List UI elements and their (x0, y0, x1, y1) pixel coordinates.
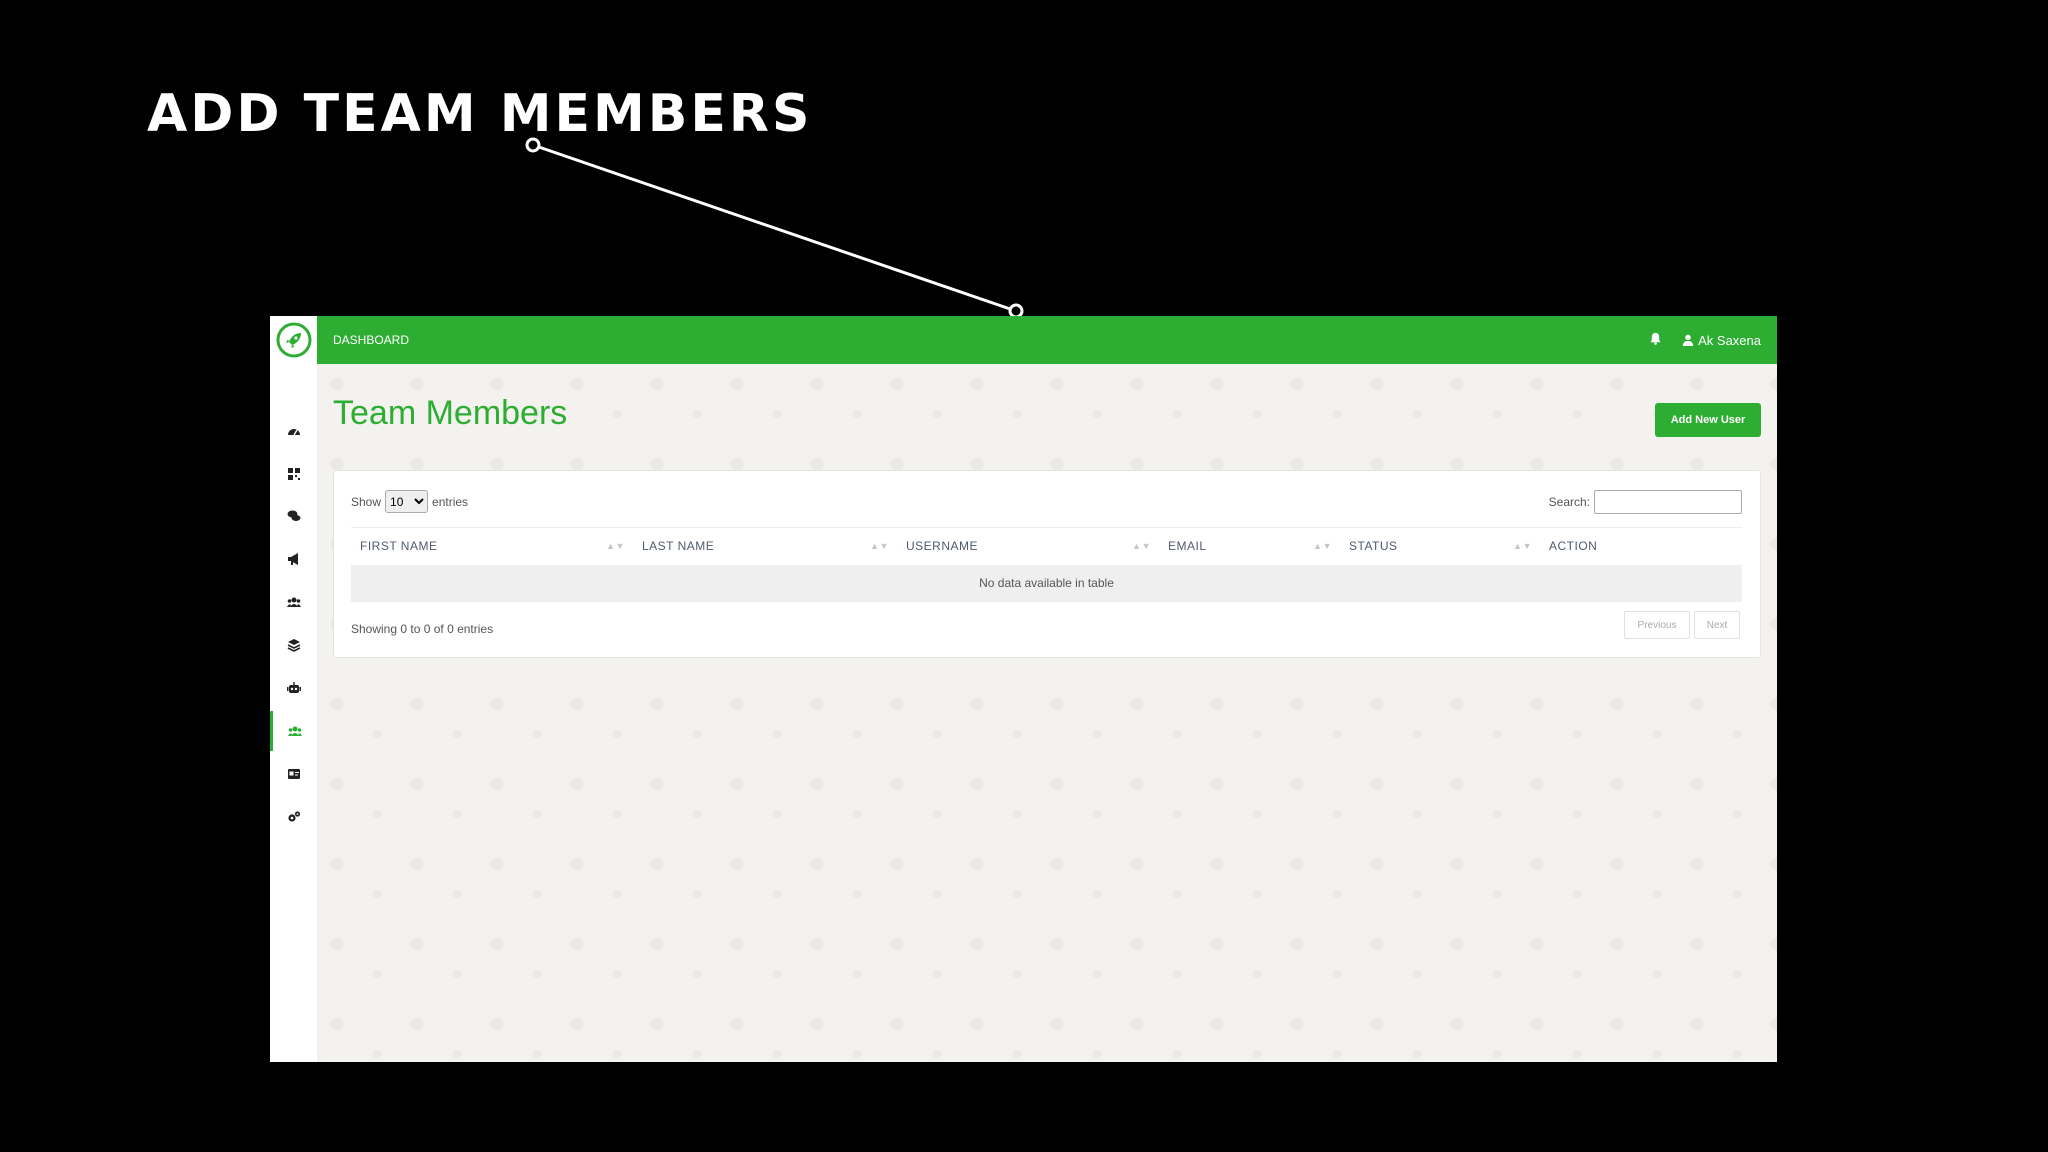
page-length-control: Show 10 25 50 100 entries (351, 490, 468, 513)
megaphone-icon (287, 553, 298, 565)
chat-icon (287, 510, 300, 521)
bell-icon[interactable] (1649, 332, 1662, 348)
page-title: Team Members (333, 394, 568, 432)
sort-icon: ▲▼ (1513, 541, 1532, 551)
breadcrumb[interactable]: DASHBOARD (333, 316, 409, 364)
show-label: Show (351, 494, 382, 509)
next-page-button[interactable]: Next (1694, 611, 1740, 639)
sidebar-item-campaigns[interactable] (270, 539, 317, 579)
rocket-logo-icon (276, 322, 311, 358)
column-last-name[interactable]: LAST NAME ▲▼ (633, 528, 897, 565)
sidebar-item-bot[interactable] (270, 668, 317, 708)
logo[interactable] (270, 316, 317, 364)
user-menu[interactable]: Ak Saxena (1682, 333, 1761, 348)
qrcode-icon (287, 468, 300, 480)
robot-icon (286, 682, 301, 693)
settings-icon (287, 811, 300, 822)
layers-icon (287, 639, 300, 652)
app-window: DASHBOARD Ak Saxena Team Members Add New… (270, 316, 1777, 1062)
entries-label: entries (432, 494, 469, 509)
empty-table-message: No data available in table (351, 565, 1742, 602)
team-members-card: Show 10 25 50 100 entries Search: FIRST … (333, 470, 1761, 658)
sidebar-item-contacts[interactable] (270, 582, 317, 622)
column-first-name[interactable]: FIRST NAME ▲▼ (351, 528, 633, 565)
search-label: Search: (1548, 495, 1590, 509)
team-members-table: FIRST NAME ▲▼ LAST NAME ▲▼ USERNAME ▲▼ EMAI… (351, 527, 1742, 602)
slide-title: ADD TEAM MEMBERS (147, 84, 813, 144)
column-email[interactable]: EMAIL ▲▼ (1159, 528, 1340, 565)
sort-icon: ▲▼ (870, 541, 889, 551)
search-control: Search: (1549, 490, 1742, 514)
table-header: FIRST NAME ▲▼ LAST NAME ▲▼ USERNAME ▲▼ EMAI… (351, 527, 1742, 565)
column-username[interactable]: USERNAME ▲▼ (897, 528, 1159, 565)
team-icon (288, 726, 302, 736)
top-navbar: DASHBOARD Ak Saxena (317, 316, 1777, 364)
table-info: Showing 0 to 0 of 0 entries (351, 622, 494, 636)
main-content: Team Members Add New User Show 10 25 50 … (317, 364, 1777, 1062)
users-icon (286, 597, 301, 607)
sidebar-item-settings[interactable] (270, 797, 317, 837)
navbar-actions: Ak Saxena (1649, 316, 1761, 364)
gauge-icon (287, 429, 300, 436)
sidebar-item-dashboard[interactable] (270, 411, 317, 451)
previous-page-button[interactable]: Previous (1624, 611, 1690, 639)
search-input[interactable] (1594, 490, 1742, 514)
sort-icon: ▲▼ (1313, 541, 1332, 551)
sidebar-item-chat[interactable] (270, 496, 317, 536)
user-name: Ak Saxena (1698, 332, 1761, 348)
sidebar-item-layers[interactable] (270, 625, 317, 665)
sidebar (270, 316, 318, 1062)
user-icon (1682, 334, 1694, 346)
column-status[interactable]: STATUS ▲▼ (1340, 528, 1540, 565)
page-length-select[interactable]: 10 25 50 100 (385, 490, 429, 513)
sidebar-item-qrcode[interactable] (270, 454, 317, 494)
sort-icon: ▲▼ (606, 541, 625, 551)
sidebar-item-billing[interactable] (270, 754, 317, 794)
sidebar-item-team-members[interactable] (270, 711, 317, 751)
id-card-icon (287, 769, 300, 779)
sort-icon: ▲▼ (1132, 541, 1151, 551)
add-new-user-button[interactable]: Add New User (1655, 403, 1761, 437)
pagination: Previous Next (1624, 611, 1740, 639)
column-action: ACTION (1549, 539, 1598, 553)
